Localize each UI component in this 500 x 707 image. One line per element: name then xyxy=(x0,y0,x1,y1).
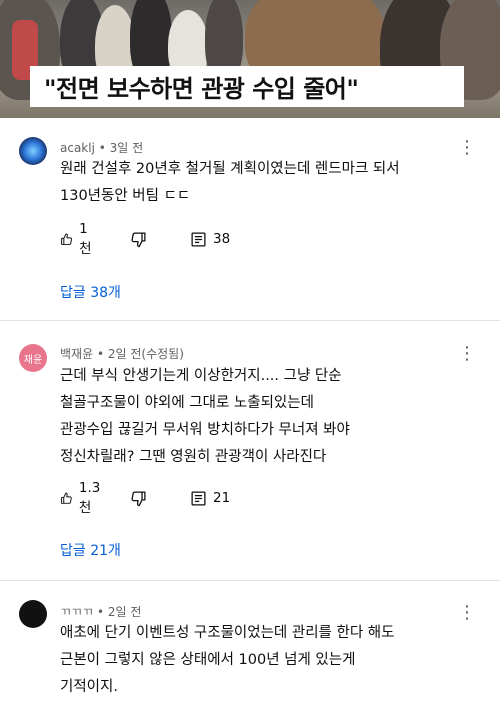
reply-count: 21 xyxy=(213,490,231,506)
comment-meta: acaklj • 3일 전 xyxy=(60,141,144,155)
comment-meta: ㄲㄲㄲ • 2일 전 xyxy=(60,605,142,619)
comment-text: 근데 부식 안생기는게 이상한거지.... 그냥 단순 철골구조물이 야외에 그… xyxy=(60,363,480,471)
comment-line: 원래 건설후 20년후 철거될 계획이였는데 렌드마크 되서 xyxy=(60,161,400,177)
like-count: 1천 xyxy=(79,221,92,257)
avatar[interactable]: 재윤 xyxy=(19,344,47,372)
thumbs-up-icon xyxy=(61,492,72,504)
dislike-button[interactable] xyxy=(130,228,147,250)
comment-time[interactable]: 2일 전 xyxy=(108,605,142,619)
comment-time[interactable]: 3일 전 xyxy=(110,141,144,155)
thumbs-down-icon xyxy=(131,231,146,247)
comment-meta: 백재윤 • 2일 전(수정됨) xyxy=(60,347,184,361)
comment-line: 근본이 그렇지 않은 상태에서 100년 넘게 있는게 xyxy=(60,652,356,668)
comment-line: 근데 부식 안생기는게 이상한거지.... 그냥 단순 xyxy=(60,368,342,384)
author-name[interactable]: acaklj xyxy=(60,141,95,155)
reply-button[interactable]: 38 xyxy=(190,228,230,250)
video-caption: "전면 보수하면 관광 수입 줄어" xyxy=(30,66,464,107)
thumbs-up-icon xyxy=(61,233,73,245)
comment-line: 기적이지. xyxy=(60,679,118,695)
comment-line: 관광수입 끊길거 무서워 방치하다가 무너져 봐야 xyxy=(60,422,350,438)
view-replies-link[interactable]: 답글 21개 xyxy=(60,540,121,560)
avatar-text: 재윤 xyxy=(23,354,43,366)
comment-time[interactable]: 2일 전(수정됨) xyxy=(108,347,184,361)
more-vertical-icon[interactable]: ⋮ xyxy=(458,138,476,158)
more-vertical-icon[interactable]: ⋮ xyxy=(458,603,476,623)
comment-line: 철골구조물이 야외에 그대로 노출되있는데 xyxy=(60,395,314,411)
reply-count: 38 xyxy=(213,231,231,247)
dislike-button[interactable] xyxy=(130,487,147,509)
avatar[interactable] xyxy=(19,600,47,628)
avatar[interactable] xyxy=(19,137,47,165)
author-name[interactable]: 백재윤 xyxy=(60,347,93,361)
like-count: 1.3천 xyxy=(78,480,101,516)
comment-line: 130년동안 버팀 ㄷㄷ xyxy=(60,188,191,204)
view-replies-link[interactable]: 답글 38개 xyxy=(60,282,121,302)
thumbs-down-icon xyxy=(131,490,146,506)
author-name[interactable]: ㄲㄲㄲ xyxy=(60,605,93,619)
comment-icon xyxy=(191,231,206,247)
comment-line: 정신차릴래? 그땐 영원히 관광객이 사라진다 xyxy=(60,449,327,465)
like-button[interactable]: 1.3천 xyxy=(60,480,104,516)
comment-text: 원래 건설후 20년후 철거될 계획이였는데 렌드마크 되서 130년동안 버팀… xyxy=(60,156,480,210)
comment-line: 애초에 단기 이벤트성 구조물이었는데 관리를 한다 해도 xyxy=(60,625,395,641)
reply-button[interactable]: 21 xyxy=(190,487,230,509)
divider xyxy=(0,320,500,321)
video-thumbnail[interactable]: "전면 보수하면 관광 수입 줄어" xyxy=(0,0,500,118)
like-button[interactable]: 1천 xyxy=(60,221,95,257)
divider xyxy=(0,580,500,581)
more-vertical-icon[interactable]: ⋮ xyxy=(458,344,476,364)
comment-text: 애초에 단기 이벤트성 구조물이었는데 관리를 한다 해도 근본이 그렇지 않은… xyxy=(60,620,480,701)
comment-icon xyxy=(191,490,206,506)
